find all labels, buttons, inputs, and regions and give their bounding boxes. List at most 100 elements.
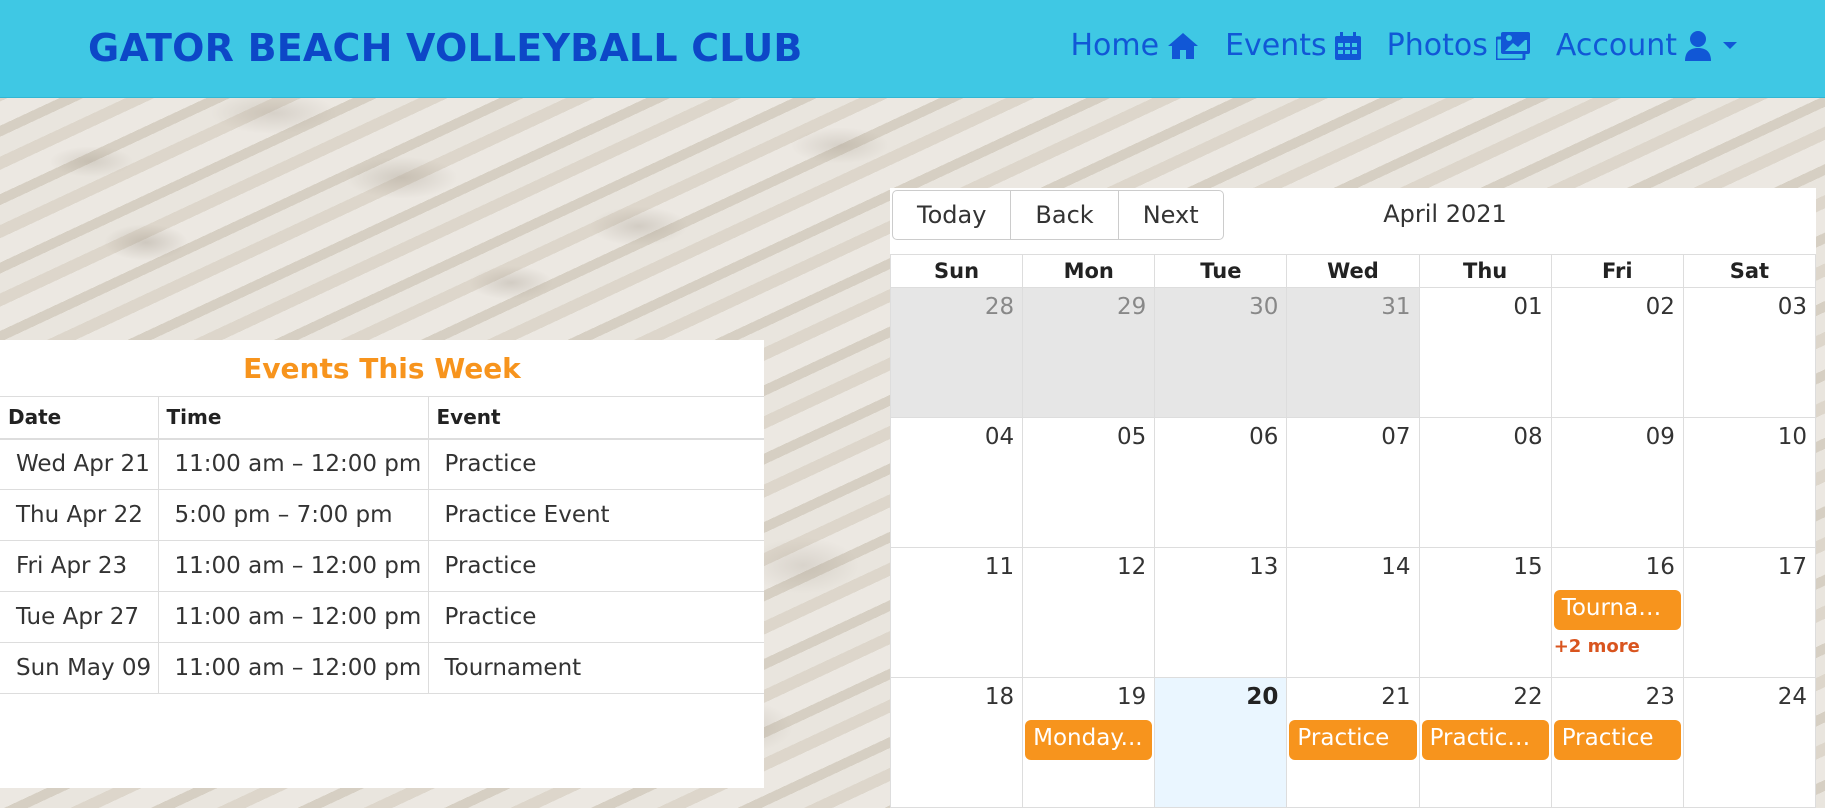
day-number[interactable]: 19 [1117,684,1146,710]
day-number[interactable]: 21 [1381,684,1410,710]
row-date: Thu Apr 22 [0,489,159,541]
table-row: Sun May 09 11:00 am – 12:00 pm Tournamen… [0,642,764,694]
calendar-day-cell[interactable]: 03 [1683,288,1816,418]
calendar-day-cell[interactable]: 29 [1023,288,1156,418]
navbar: GATOR BEACH VOLLEYBALL CLUB Home Events … [0,0,1825,98]
calendar-day-cell[interactable]: 30 [1155,288,1288,418]
row-time: 11:00 am – 12:00 pm [158,540,429,592]
table-row: Thu Apr 22 5:00 pm – 7:00 pm Practice Ev… [0,489,764,541]
nav-account-label: Account [1555,28,1677,63]
row-event: Practice [428,438,764,490]
day-number[interactable]: 24 [1778,684,1807,710]
calendar-day-cell[interactable]: 11 [891,548,1024,678]
table-header-row: Date Time Event [0,396,764,440]
day-number[interactable]: 14 [1381,554,1410,580]
back-button[interactable]: Back [1010,190,1119,240]
calendar-day-cell[interactable]: 28 [891,288,1024,418]
table-row: Wed Apr 21 11:00 am – 12:00 pm Practice [0,438,764,490]
calendar-day-cell[interactable]: 13 [1155,548,1288,678]
day-number[interactable]: 04 [985,424,1014,450]
nav-photos-label: Photos [1386,28,1488,63]
calendar-day-cell[interactable]: 19 Monday... [1023,678,1156,808]
weekday-wed: Wed [1287,255,1420,288]
day-number[interactable]: 29 [1117,294,1146,320]
row-date: Sun May 09 [0,642,159,694]
show-more-link[interactable]: +2 more [1554,636,1640,657]
table-row: Fri Apr 23 11:00 am – 12:00 pm Practice [0,540,764,592]
day-number[interactable]: 09 [1646,424,1675,450]
day-number[interactable]: 12 [1117,554,1146,580]
calendar-event[interactable]: Practice [1553,720,1681,760]
day-number[interactable]: 02 [1646,294,1675,320]
day-number[interactable]: 15 [1513,554,1542,580]
nav-photos[interactable]: Photos [1387,28,1530,63]
calendar-day-cell[interactable]: 20 [1155,678,1288,808]
day-number[interactable]: 16 [1646,554,1675,580]
calendar-event[interactable]: Tournament [1553,590,1681,630]
calendar-day-cell[interactable]: 18 [891,678,1024,808]
row-time: 5:00 pm – 7:00 pm [158,489,429,541]
day-number[interactable]: 23 [1646,684,1675,710]
column-header-date: Date [0,396,159,440]
row-date: Tue Apr 27 [0,591,159,643]
calendar-event[interactable]: Practice Event [1421,720,1549,760]
day-number[interactable]: 30 [1249,294,1278,320]
brand-title[interactable]: GATOR BEACH VOLLEYBALL CLUB [88,26,803,70]
row-date: Wed Apr 21 [0,438,159,490]
calendar-day-cell[interactable]: 02 [1551,288,1684,418]
calendar-day-cell[interactable]: 31 [1287,288,1420,418]
day-number[interactable]: 06 [1249,424,1278,450]
nav-home[interactable]: Home [1070,28,1199,63]
today-button[interactable]: Today [892,190,1012,240]
calendar-day-cell[interactable]: 05 [1023,418,1156,548]
nav-home-label: Home [1070,28,1160,63]
calendar-nav-buttons: Today Back Next [892,190,1224,240]
day-number[interactable]: 08 [1513,424,1542,450]
chevron-down-icon [1723,42,1737,49]
calendar-day-cell[interactable]: 15 [1419,548,1552,678]
day-number[interactable]: 11 [985,554,1014,580]
day-number[interactable]: 22 [1513,684,1542,710]
calendar-day-cell[interactable]: 22 Practice Event [1419,678,1552,808]
calendar-day-cell[interactable]: 21 Practice [1287,678,1420,808]
next-button[interactable]: Next [1117,190,1224,240]
day-number[interactable]: 10 [1778,424,1807,450]
row-time: 11:00 am – 12:00 pm [158,591,429,643]
day-number[interactable]: 20 [1246,684,1278,710]
calendar-event[interactable]: Monday... [1025,720,1153,760]
events-table: Date Time Event Wed Apr 21 11:00 am – 12… [0,396,764,694]
day-number[interactable]: 31 [1381,294,1410,320]
column-header-time: Time [158,396,429,440]
calendar-day-cell[interactable]: 09 [1551,418,1684,548]
nav-account[interactable]: Account [1556,28,1737,63]
day-number[interactable]: 07 [1381,424,1410,450]
calendar-day-cell[interactable]: 07 [1287,418,1420,548]
calendar-event[interactable]: Practice [1289,720,1417,760]
calendar-day-cell[interactable]: 17 [1683,548,1816,678]
day-number[interactable]: 18 [985,684,1014,710]
day-number[interactable]: 03 [1778,294,1807,320]
day-number[interactable]: 01 [1513,294,1542,320]
calendar-day-cell[interactable]: 24 [1683,678,1816,808]
calendar-day-cell[interactable]: 01 [1419,288,1552,418]
row-event: Practice [428,540,764,592]
calendar-day-cell[interactable]: 04 [891,418,1024,548]
column-header-event: Event [428,396,764,440]
nav-events[interactable]: Events [1225,28,1361,63]
row-event: Tournament [428,642,764,694]
weekday-fri: Fri [1551,255,1684,288]
calendar-day-cell[interactable]: 23 Practice [1551,678,1684,808]
calendar-day-cell[interactable]: 10 [1683,418,1816,548]
weekday-sat: Sat [1683,255,1816,288]
day-number[interactable]: 28 [985,294,1014,320]
calendar-day-cell[interactable]: 12 [1023,548,1156,678]
day-number[interactable]: 13 [1249,554,1278,580]
calendar-day-cell[interactable]: 14 [1287,548,1420,678]
day-number[interactable]: 17 [1778,554,1807,580]
day-number[interactable]: 05 [1117,424,1146,450]
calendar-day-cell[interactable]: 08 [1419,418,1552,548]
table-row: Tue Apr 27 11:00 am – 12:00 pm Practice [0,591,764,643]
calendar: Today Back Next April 2021 Sun Mon Tue Wed T… [890,188,1816,808]
calendar-day-cell[interactable]: 06 [1155,418,1288,548]
calendar-day-cell[interactable]: 16 Tournament +2 more [1551,548,1684,678]
